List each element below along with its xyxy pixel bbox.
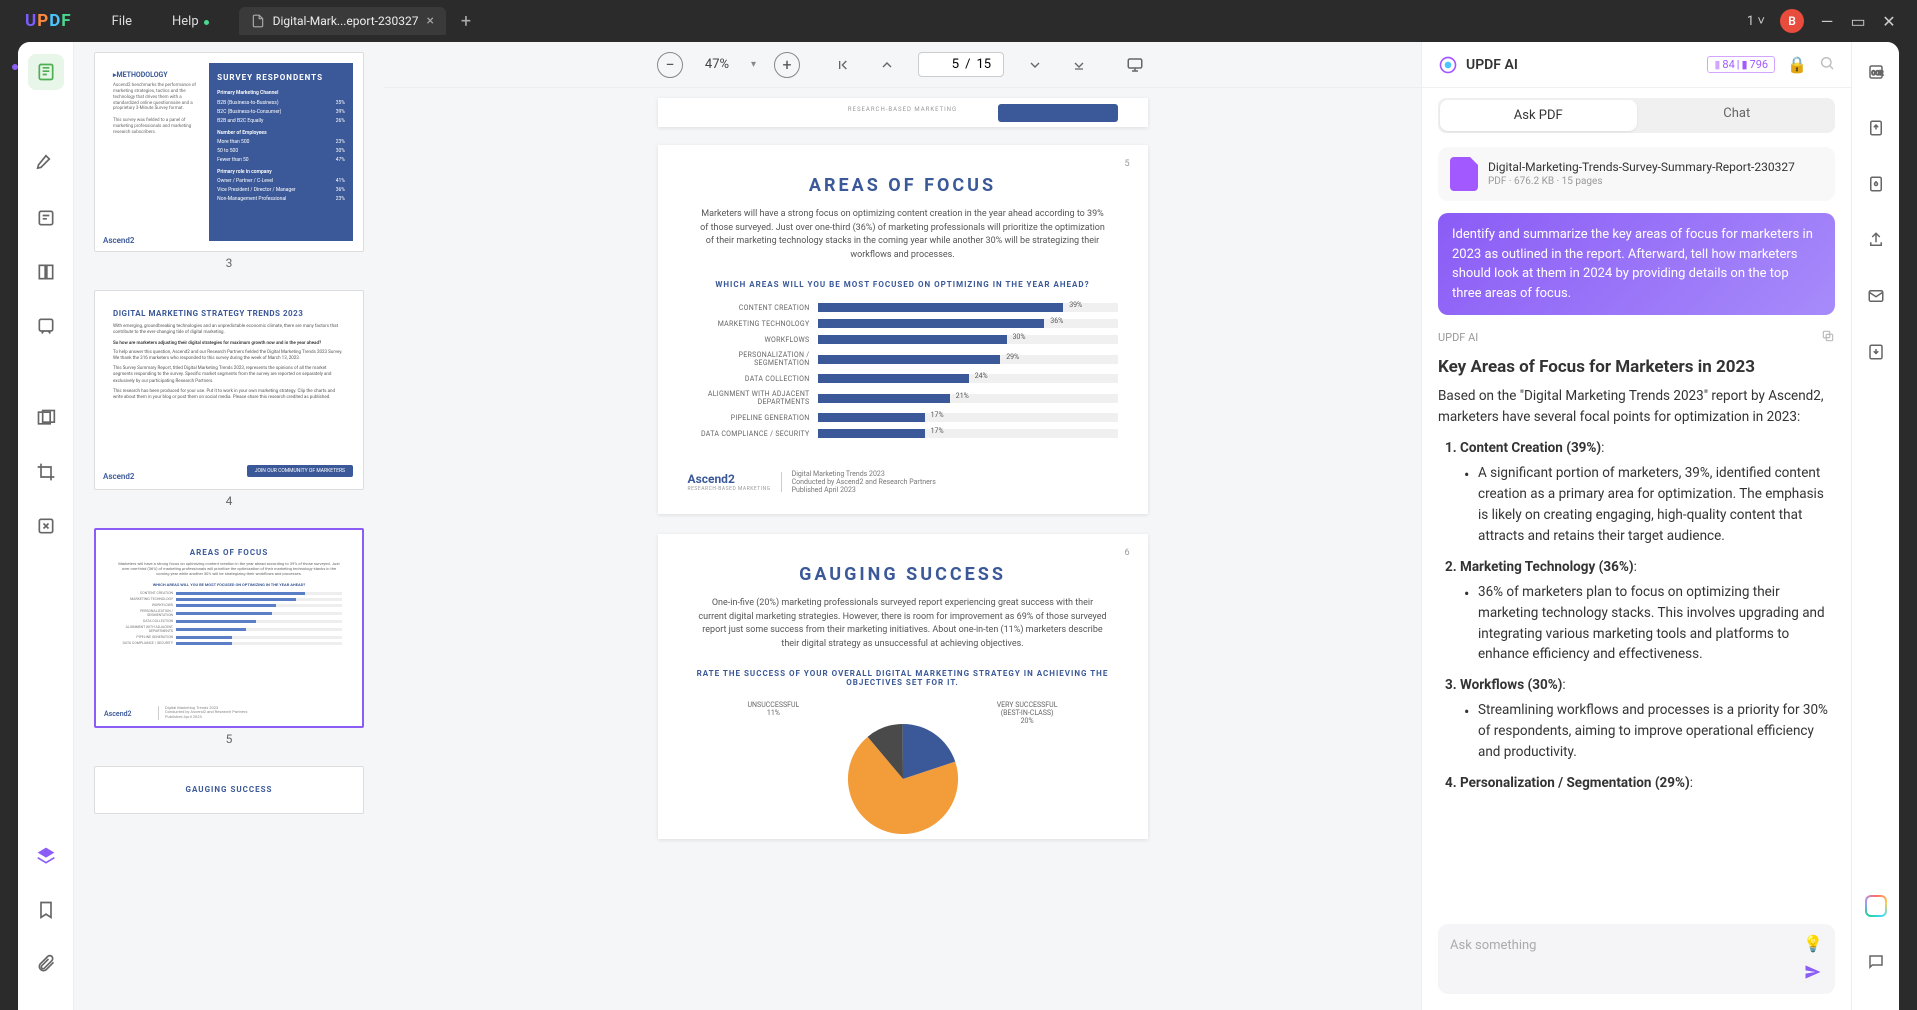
thumbnail-4[interactable]: DIGITAL MARKETING STRATEGY TRENDS 2023 W… <box>94 290 364 520</box>
zoom-in-button[interactable]: + <box>774 52 800 78</box>
thumb-number: 4 <box>94 490 364 520</box>
page-corner-number: 6 <box>1124 548 1129 558</box>
ai-tabs: Ask PDF Chat <box>1438 98 1835 133</box>
page-6: 6 GAUGING SUCCESS One-in-five (20%) mark… <box>658 534 1148 839</box>
minimize-icon[interactable]: — <box>1819 12 1835 31</box>
close-window-icon[interactable]: ✕ <box>1881 12 1897 31</box>
page-corner-number: 5 <box>1124 159 1129 169</box>
close-icon[interactable]: × <box>426 13 433 29</box>
page-5: 5 AREAS OF FOCUS Marketers will have a s… <box>658 145 1148 514</box>
response-intro: Based on the "Digital Marketing Trends 2… <box>1438 386 1835 428</box>
thumbnail-5[interactable]: AREAS OF FOCUS Marketers will have a str… <box>94 528 364 758</box>
page-total: 15 <box>976 57 991 72</box>
thumb-number: 3 <box>94 252 364 282</box>
lightbulb-icon[interactable]: 💡 <box>1803 934 1823 953</box>
user-prompt: Identify and summarize the key areas of … <box>1438 213 1835 315</box>
page-intro: Marketers will have a strong focus on op… <box>688 208 1118 280</box>
bookmark-button[interactable] <box>28 892 64 928</box>
page-intro: One-in-five (20%) marketing professional… <box>688 597 1118 669</box>
thumb-number: 5 <box>94 728 364 758</box>
updf-ai-icon <box>1438 55 1458 75</box>
comment-button[interactable] <box>1858 944 1894 980</box>
copy-icon[interactable] <box>1821 329 1835 346</box>
page-sep: / <box>965 57 970 72</box>
document-tab[interactable]: Digital-Mark...eport-230327 × <box>239 7 446 35</box>
avatar[interactable]: B <box>1780 9 1804 33</box>
page-title: GAUGING SUCCESS <box>688 564 1118 585</box>
svg-text:OCR: OCR <box>1871 70 1883 77</box>
tab-title: Digital-Mark...eport-230327 <box>273 14 419 28</box>
file-name: Digital-Marketing-Trends-Survey-Summary-… <box>1488 159 1795 176</box>
tools-button[interactable] <box>28 508 64 544</box>
ai-panel: UPDF AI ▮84 | ▮796 🔒 Ask PDF Chat Digita… <box>1421 42 1851 1010</box>
page-current-field[interactable] <box>931 57 959 72</box>
pie-chart <box>818 719 988 839</box>
account-dropdown[interactable]: 1 ˅ <box>1747 13 1765 29</box>
prev-page-button-graphic <box>998 104 1118 122</box>
thumbnail-3[interactable]: ▸METHODOLOGY Ascend2 benchmarks the perf… <box>94 52 364 282</box>
reader-mode-button[interactable] <box>28 54 64 90</box>
response-title: Key Areas of Focus for Marketers in 2023 <box>1438 354 1835 380</box>
save-button[interactable] <box>1858 334 1894 370</box>
first-page-button[interactable] <box>830 52 856 78</box>
page-title: AREAS OF FOCUS <box>688 175 1118 196</box>
tab-chat[interactable]: Chat <box>1639 98 1836 133</box>
prev-page-button[interactable] <box>874 52 900 78</box>
left-rail <box>18 42 74 1010</box>
toolbar: − 47% ▾ + / 15 <box>384 42 1421 88</box>
page-input[interactable]: / 15 <box>918 52 1004 77</box>
menu-file[interactable]: File <box>92 14 152 29</box>
search-icon[interactable] <box>1819 55 1835 75</box>
page-organize-button[interactable] <box>28 254 64 290</box>
zoom-out-button[interactable]: − <box>657 52 683 78</box>
share-button[interactable] <box>1858 222 1894 258</box>
crop-button[interactable] <box>28 454 64 490</box>
ai-credits: ▮84 | ▮796 <box>1707 56 1775 73</box>
send-button[interactable] <box>1803 962 1823 986</box>
file-meta: PDF · 676.2 KB · 15 pages <box>1488 175 1795 189</box>
edit-text-button[interactable] <box>28 200 64 236</box>
document-area: − 47% ▾ + / 15 <box>384 42 1421 1010</box>
titlebar: UPDF File Help Digital-Mark...eport-2303… <box>0 0 1917 42</box>
zoom-level: 47% <box>701 57 733 72</box>
pdf-file-icon <box>1450 157 1478 191</box>
thumbnail-panel: ▸METHODOLOGY Ascend2 benchmarks the perf… <box>74 42 384 1010</box>
app-logo: UPDF <box>0 11 92 31</box>
next-page-button[interactable] <box>1022 52 1048 78</box>
ai-response-label: UPDF AI <box>1438 331 1478 344</box>
highlighter-button[interactable] <box>28 146 64 182</box>
email-button[interactable] <box>1858 278 1894 314</box>
protect-button[interactable] <box>1858 166 1894 202</box>
ai-toggle-button[interactable] <box>1858 888 1894 924</box>
redact-button[interactable] <box>28 400 64 436</box>
last-page-button[interactable] <box>1066 52 1092 78</box>
maximize-icon[interactable]: ▭ <box>1850 12 1866 31</box>
ocr-button[interactable]: OCR <box>1858 54 1894 90</box>
ai-input-field[interactable] <box>1450 938 1786 953</box>
layers-button[interactable] <box>28 838 64 874</box>
menu-help[interactable]: Help <box>152 14 219 29</box>
presentation-button[interactable] <box>1122 52 1148 78</box>
lock-icon[interactable]: 🔒 <box>1787 55 1807 74</box>
bar-chart: CONTENT CREATION39%MARKETING TECHNOLOGY3… <box>688 303 1118 438</box>
chart-title: WHICH AREAS WILL YOU BE MOST FOCUSED ON … <box>688 280 1118 289</box>
ai-input-box: 💡 <box>1438 924 1835 994</box>
ai-brand: UPDF AI <box>1438 55 1518 75</box>
tab-ask-pdf[interactable]: Ask PDF <box>1440 100 1637 131</box>
attachment-button[interactable] <box>28 946 64 982</box>
new-tab-button[interactable]: + <box>461 11 471 32</box>
file-card: Digital-Marketing-Trends-Survey-Summary-… <box>1438 147 1835 201</box>
right-rail: OCR <box>1851 42 1899 1010</box>
thumbnail-6[interactable]: GAUGING SUCCESS <box>94 766 364 814</box>
file-icon <box>251 14 265 28</box>
zoom-dropdown[interactable]: ▾ <box>751 59 756 70</box>
page-footer: Ascend2RESEARCH-BASED MARKETING Digital … <box>688 462 1118 494</box>
export-button[interactable] <box>1858 110 1894 146</box>
chart-title: RATE THE SUCCESS OF YOUR OVERALL DIGITAL… <box>688 669 1118 687</box>
fill-sign-button[interactable] <box>28 308 64 344</box>
ai-response: Key Areas of Focus for Marketers in 2023… <box>1422 354 1851 914</box>
